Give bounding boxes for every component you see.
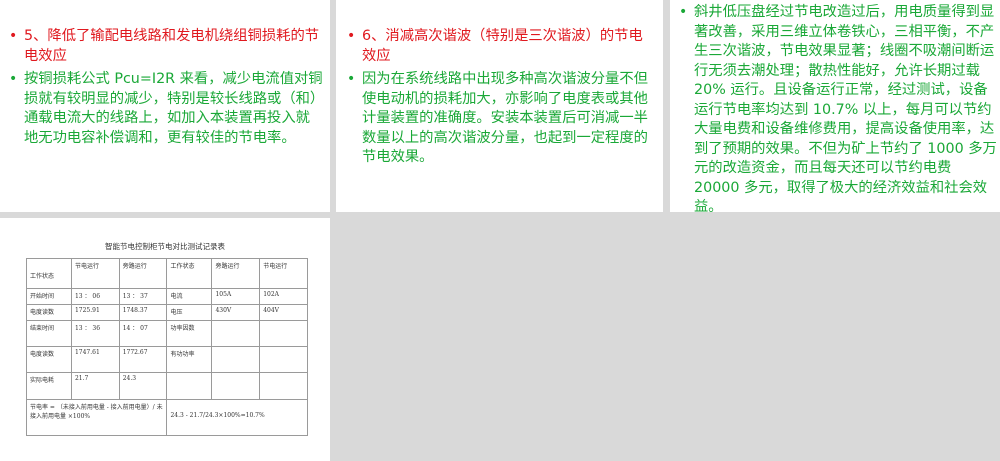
table-row: 电度读数 1747.61 1772.67 有功功率 — [26, 346, 308, 373]
table-cell: 1772.67 — [118, 346, 168, 373]
bullet-dot-icon: • — [9, 28, 18, 44]
table-row: 开始时间 13 ： 06 13 ： 37 电流 105A 102A — [26, 288, 308, 305]
table-cell: 功率因数 — [166, 320, 213, 347]
bullet-list: • 5、降低了输配电线路和发电机绕组铜损耗的节电效应 • 按铜损耗公式 Pcu=I2… — [6, 27, 324, 148]
table-cell: 13 ： 06 — [70, 288, 120, 305]
table-cell: 14 ： 07 — [118, 320, 168, 347]
table-cell — [259, 320, 308, 347]
slide-results: • 斜井低压盘经过节电改造过后，用电质量得到显著改善，采用三维立体卷铁心，三相平衡… — [670, 0, 1000, 212]
bullet-text: 因为在系统线路中出现多种高次谐波分量不但使电动机的损耗加大，亦影响了电度表或其他… — [362, 71, 648, 165]
table-cell: 13 ： 37 — [118, 288, 168, 305]
table-cell — [166, 372, 213, 400]
bullet-list: • 6、消减高次谐波（特别是三次谐波）的节电效应 • 因为在系统线路中出现多种高次谐… — [344, 27, 656, 168]
table-cell: 404V — [259, 304, 308, 321]
table-row: 实际电耗 21.7 24.3 — [26, 372, 308, 400]
formula-label: 节电率 = （未接入前用电量 - 接入前用电量）/ 未接入前用电量 ×100% — [25, 399, 168, 436]
table-cell: 电流 — [166, 288, 213, 305]
table-cell — [211, 320, 261, 347]
table-cell: 有功功率 — [166, 346, 213, 373]
table-cell: 实际电耗 — [26, 372, 72, 400]
bullet-body: • 按铜损耗公式 Pcu=I2R 来看，减少电流值对铜损就有较明显的减少，特别是较… — [6, 70, 324, 148]
table-cell: 节电运行 — [70, 258, 120, 289]
table-cell: 1747.61 — [70, 346, 120, 373]
table-cell: 430V — [211, 304, 261, 321]
table-cell: 电度读数 — [26, 304, 72, 321]
bullet-dot-icon: • — [9, 71, 18, 87]
table-cell — [259, 372, 308, 400]
bullet-dot-icon: • — [347, 71, 356, 87]
table-cell: 1748.37 — [118, 304, 168, 321]
table-cell: 工作状态 — [166, 258, 213, 289]
bullet-dot-icon: • — [347, 28, 356, 44]
bullet-heading: • 5、降低了输配电线路和发电机绕组铜损耗的节电效应 — [6, 27, 324, 66]
table-cell: 102A — [259, 288, 308, 305]
record-table: 工作状态 节电运行 旁路运行 工作状态 旁路运行 节电运行 开始时间 13 ： … — [25, 258, 308, 436]
table-cell — [211, 372, 261, 400]
table-row: 电度读数 1725.91 1748.37 电压 430V 404V — [26, 304, 308, 321]
slide-harmonics: • 6、消减高次谐波（特别是三次谐波）的节电效应 • 因为在系统线路中出现多种高次谐… — [336, 0, 663, 212]
table-cell: 节电运行 — [259, 258, 308, 289]
bullet-body: • 斜井低压盘经过节电改造过后，用电质量得到显著改善，采用三维立体卷铁心，三相平衡… — [676, 3, 998, 212]
table-cell: 开始时间 — [26, 288, 72, 305]
table-cell: 电压 — [166, 304, 213, 321]
record-title: 智能节电控制柜节电对比测试记录表 — [105, 242, 225, 251]
formula-value: 24.3 - 21.7/24.3×100%=10.7% — [166, 399, 308, 436]
table-cell: 24.3 — [118, 372, 168, 400]
table-cell — [259, 346, 308, 373]
table-cell: 21.7 — [70, 372, 120, 400]
table-cell: 工作状态 — [26, 258, 72, 289]
table-cell: 105A — [211, 288, 261, 305]
table-cell: 旁路运行 — [211, 258, 261, 289]
table-cell: 电度读数 — [26, 346, 72, 373]
bullet-text: 5、降低了输配电线路和发电机绕组铜损耗的节电效应 — [24, 28, 320, 64]
slide-copper-loss: • 5、降低了输配电线路和发电机绕组铜损耗的节电效应 • 按铜损耗公式 Pcu=I2… — [0, 0, 330, 212]
table-cell: 结束时间 — [26, 320, 72, 347]
bullet-heading: • 6、消减高次谐波（特别是三次谐波）的节电效应 — [344, 27, 656, 66]
bullet-list: • 斜井低压盘经过节电改造过后，用电质量得到显著改善，采用三维立体卷铁心，三相平衡… — [676, 3, 998, 212]
table-cell: 13 ： 36 — [70, 320, 120, 347]
slide-test-record: 智能节电控制柜节电对比测试记录表 工作状态 节电运行 旁路运行 工作状态 旁路运… — [0, 218, 330, 461]
bullet-text: 6、消减高次谐波（特别是三次谐波）的节电效应 — [362, 28, 643, 64]
formula-row: 节电率 = （未接入前用电量 - 接入前用电量）/ 未接入前用电量 ×100% … — [25, 399, 308, 436]
empty-panel — [336, 218, 1000, 461]
table-cell: 1725.91 — [70, 304, 120, 321]
table-cell — [211, 346, 261, 373]
bullet-dot-icon: • — [679, 4, 688, 20]
bullet-body: • 因为在系统线路中出现多种高次谐波分量不但使电动机的损耗加大，亦影响了电度表或其… — [344, 70, 656, 168]
table-cell: 旁路运行 — [118, 258, 168, 289]
table-row: 结束时间 13 ： 36 14 ： 07 功率因数 — [26, 320, 308, 347]
bullet-text: 斜井低压盘经过节电改造过后，用电质量得到显著改善，采用三维立体卷铁心，三相平衡，… — [694, 4, 997, 212]
bullet-text: 按铜损耗公式 Pcu=I2R 来看，减少电流值对铜损就有较明显的减少，特别是较长… — [24, 71, 323, 146]
table-header-row: 工作状态 节电运行 旁路运行 工作状态 旁路运行 节电运行 — [26, 258, 308, 289]
